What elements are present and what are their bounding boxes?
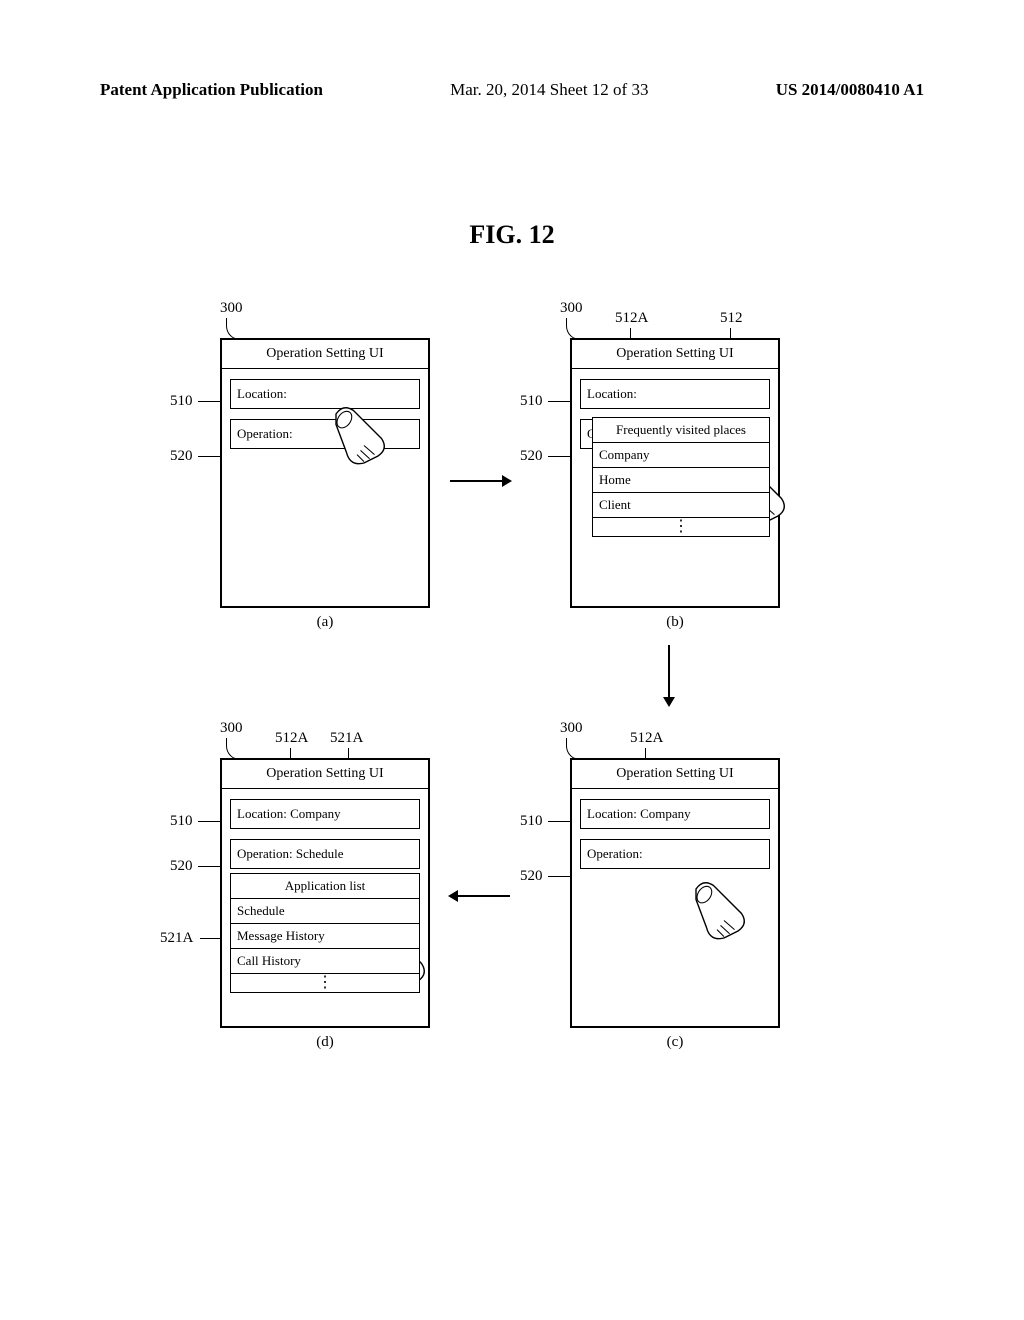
caption-c: (c) [570, 1034, 780, 1051]
ref-510: 510 [170, 393, 193, 410]
list-item[interactable]: Home [593, 468, 769, 493]
page-title: Operation Setting UI [222, 760, 428, 789]
ref-510: 510 [520, 393, 543, 410]
page-header: Patent Application Publication Mar. 20, … [0, 80, 1024, 100]
ref-520: 520 [170, 448, 193, 465]
location-field[interactable]: Location: Company [230, 799, 420, 829]
panel-a: 300 510 520 Operation Setting UI Locatio… [170, 300, 430, 631]
ref-520: 520 [170, 858, 193, 875]
page-title: Operation Setting UI [572, 760, 778, 789]
ref-520: 520 [520, 868, 543, 885]
ref-521A: 521A [330, 730, 363, 747]
page-title: Operation Setting UI [572, 340, 778, 369]
caption-d: (d) [220, 1034, 430, 1051]
page-title: Operation Setting UI [222, 340, 428, 369]
lead-300 [566, 318, 580, 340]
publication-type: Patent Application Publication [100, 80, 323, 100]
ref-512A: 512A [630, 730, 663, 747]
operation-field[interactable]: Operation: Schedule [230, 839, 420, 869]
ref-300: 300 [560, 300, 583, 317]
location-field[interactable]: Location: [580, 379, 770, 409]
ref-300: 300 [560, 720, 583, 737]
list-item[interactable]: Call History [231, 949, 419, 974]
caption-a: (a) [220, 614, 430, 631]
ref-512A: 512A [275, 730, 308, 747]
flow-arrow-a-to-b [450, 480, 510, 482]
ref-512A: 512A [615, 310, 648, 327]
ref-510: 510 [170, 813, 193, 830]
publication-number: US 2014/0080410 A1 [776, 80, 924, 100]
figure-number: FIG. 12 [0, 220, 1024, 250]
device-frame-c: Operation Setting UI Location: Company O… [570, 758, 780, 1028]
sheet-info: Mar. 20, 2014 Sheet 12 of 33 [450, 80, 648, 100]
ref-521A: 521A [160, 930, 193, 947]
panel-b: 300 512A 512 510 520 Operation Setting U… [520, 300, 780, 631]
device-frame-d: Operation Setting UI Location: Company O… [220, 758, 430, 1028]
ref-300: 300 [220, 720, 243, 737]
panel-d: 300 512A 521A 510 520 521A Operation Set… [170, 720, 430, 1051]
panel-c: 300 512A 510 520 Operation Setting UI Lo… [520, 720, 780, 1051]
list-item[interactable]: Schedule [231, 899, 419, 924]
operation-field[interactable]: Operation: [230, 419, 420, 449]
ref-520: 520 [520, 448, 543, 465]
flow-arrow-b-to-c [668, 645, 670, 705]
caption-b: (b) [570, 614, 780, 631]
more-indicator: ⋮ [593, 518, 769, 536]
more-indicator: ⋮ [231, 974, 419, 992]
finger-pointer-icon [682, 875, 752, 945]
lead-300 [566, 738, 580, 760]
list-item[interactable]: Message History [231, 924, 419, 949]
list-item[interactable]: Company [593, 443, 769, 468]
lead-300 [226, 738, 240, 760]
apps-dropdown: Application list Schedule Message Histor… [230, 873, 420, 993]
list-item[interactable]: Client [593, 493, 769, 518]
dropdown-header: Frequently visited places [593, 418, 769, 443]
lead-300 [226, 318, 240, 340]
dropdown-header: Application list [231, 874, 419, 899]
flow-arrow-c-to-d [450, 895, 510, 897]
device-frame-b: Operation Setting UI Location: Op Freque… [570, 338, 780, 608]
operation-field[interactable]: Operation: [580, 839, 770, 869]
ref-510: 510 [520, 813, 543, 830]
places-dropdown: Frequently visited places Company Home C… [592, 417, 770, 537]
device-frame-a: Operation Setting UI Location: Operation… [220, 338, 430, 608]
location-field[interactable]: Location: [230, 379, 420, 409]
ref-300: 300 [220, 300, 243, 317]
location-field[interactable]: Location: Company [580, 799, 770, 829]
ref-512: 512 [720, 310, 743, 327]
